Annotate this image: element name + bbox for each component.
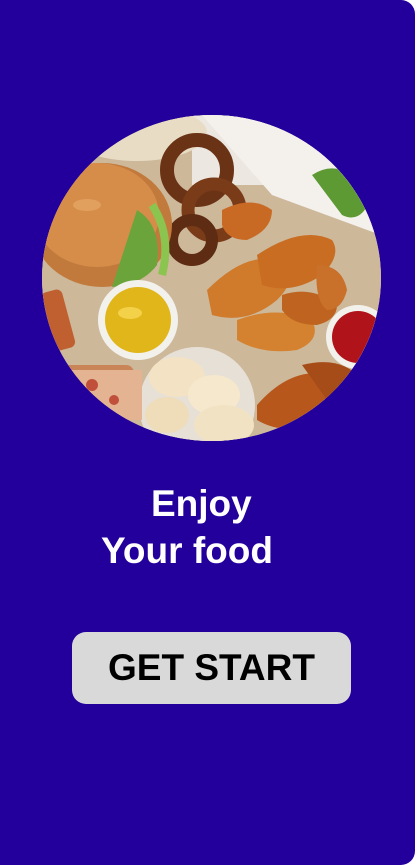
get-start-button[interactable]: GET START — [72, 632, 351, 704]
fast-food-platter-image — [42, 115, 381, 441]
splash-screen: Enjoy Your food GET START — [0, 0, 415, 865]
headline-line-2: Your food — [101, 530, 273, 571]
food-illustration — [42, 115, 381, 441]
headline-line-1: Enjoy — [151, 483, 252, 524]
